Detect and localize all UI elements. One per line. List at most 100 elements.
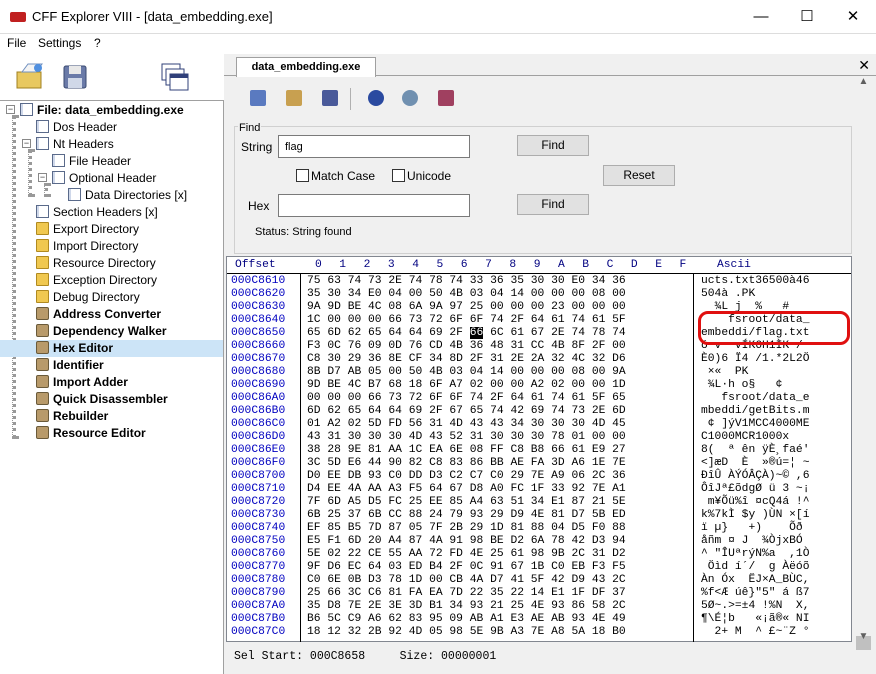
hex-byte[interactable]: 2E [592, 405, 606, 417]
hex-byte[interactable]: 18 [409, 379, 423, 391]
hex-byte[interactable]: 01 [307, 418, 321, 430]
tree-item-nt-headers[interactable]: Nt Headers [36, 136, 114, 153]
hex-byte[interactable]: A2 [327, 418, 341, 430]
hex-byte[interactable]: FF [490, 444, 504, 456]
hex-byte[interactable]: 2B [449, 522, 463, 534]
hex-byte[interactable]: 00 [571, 301, 585, 313]
hex-byte[interactable]: 6D [307, 405, 321, 417]
hex-byte[interactable]: F3 [307, 340, 321, 352]
hex-byte[interactable]: 7E [612, 457, 626, 469]
hex-byte[interactable]: D4 [307, 483, 321, 495]
hex-byte[interactable]: 00 [592, 379, 606, 391]
hex-byte[interactable]: 5D [327, 457, 341, 469]
hex-row[interactable]: 1C 00 00 00 66 73 72 6F 6F 74 2F 64 61 7… [307, 314, 626, 327]
hex-byte[interactable]: D5 [571, 522, 585, 534]
tree-item-address-converter[interactable]: Address Converter [36, 306, 161, 323]
hex-row[interactable]: 8B D7 AB 05 00 50 4B 03 04 14 00 00 00 0… [307, 366, 626, 379]
hex-byte[interactable]: 67 [449, 483, 463, 495]
hex-byte[interactable]: 4D [449, 418, 463, 430]
hex-byte[interactable]: 38 [307, 444, 321, 456]
hex-byte[interactable]: 69 [531, 405, 545, 417]
hex-byte[interactable]: BE [327, 379, 341, 391]
hex-byte[interactable]: F3 [592, 561, 606, 573]
hex-byte[interactable]: 9D [307, 379, 321, 391]
hex-byte[interactable]: 64 [510, 392, 524, 404]
hex-byte[interactable]: 52 [449, 431, 463, 443]
hex-byte[interactable]: 1D [409, 574, 423, 586]
hex-byte[interactable]: 3D [551, 457, 565, 469]
hex-byte[interactable]: CD [429, 340, 443, 352]
hex-byte[interactable]: 94 [612, 535, 626, 547]
hex-byte[interactable]: 92 [571, 483, 585, 495]
hex-byte[interactable]: C7 [470, 470, 484, 482]
hex-byte[interactable]: 61 [510, 327, 524, 339]
hex-byte[interactable]: 30 [571, 418, 585, 430]
hex-byte[interactable]: 97 [449, 301, 463, 313]
hex-byte[interactable]: 4A [429, 535, 443, 547]
hex-byte[interactable]: 25 [307, 587, 321, 599]
hex-byte[interactable]: 25 [327, 509, 341, 521]
hex-byte[interactable]: 6F [429, 392, 443, 404]
hex-byte[interactable]: 00 [490, 301, 504, 313]
hex-byte[interactable]: 34 [510, 418, 524, 430]
hex-byte[interactable]: 7D [449, 587, 463, 599]
hex-byte[interactable]: 00 [510, 301, 524, 313]
hex-byte[interactable]: 09 [449, 613, 463, 625]
hex-byte[interactable]: 31 [592, 548, 606, 560]
hex-byte[interactable]: A7 [449, 379, 463, 391]
hex-byte[interactable]: 61 [571, 444, 585, 456]
hex-byte[interactable]: 4C [571, 353, 585, 365]
hex-byte[interactable]: DD [409, 470, 423, 482]
hex-byte[interactable]: F1 [327, 535, 341, 547]
hex-byte[interactable]: 5C [327, 613, 341, 625]
ascii-row[interactable]: 8( ª ên ÿÈ¸faé' [701, 444, 809, 457]
hex-row[interactable]: 9A 9D BE 4C 08 6A 9A 97 25 00 00 00 23 0… [307, 301, 626, 314]
tree-item-identifier[interactable]: Identifier [36, 357, 104, 374]
tree-item-export-directory[interactable]: Export Directory [36, 221, 139, 238]
hex-byte[interactable]: 00 [531, 301, 545, 313]
hex-byte[interactable]: 66 [469, 327, 484, 339]
hex-byte[interactable]: 31 [470, 431, 484, 443]
hex-byte[interactable]: 5D [368, 418, 382, 430]
hex-byte[interactable]: 08 [571, 366, 585, 378]
hex-byte[interactable]: 6E [449, 444, 463, 456]
hex-byte[interactable]: A3 [510, 626, 524, 638]
hex-byte[interactable]: 62 [348, 327, 362, 339]
ascii-row[interactable]: È0)6 Ï4 /1.*2L2Ö [701, 353, 809, 366]
hex-byte[interactable]: AB [470, 613, 484, 625]
tree-item-dos-header[interactable]: Dos Header [36, 119, 117, 136]
hex-byte[interactable]: 00 [531, 366, 545, 378]
hex-byte[interactable]: 36 [368, 353, 382, 365]
hex-byte[interactable]: 30 [327, 353, 341, 365]
hex-byte[interactable]: 4E [470, 548, 484, 560]
hex-byte[interactable]: D8 [470, 483, 484, 495]
hex-byte[interactable]: 4D [409, 431, 423, 443]
hex-byte[interactable]: 00 [551, 288, 565, 300]
hex-byte[interactable]: 4B [429, 366, 443, 378]
hex-row[interactable]: EF 85 B5 7D 87 05 7F 2B 29 1D 81 88 04 D… [307, 522, 626, 535]
tree-item-hex-editor[interactable]: Hex Editor [0, 340, 223, 357]
hex-byte[interactable]: 7F [307, 496, 321, 508]
hex-byte[interactable]: 65 [368, 327, 382, 339]
hex-byte[interactable]: 04 [388, 288, 402, 300]
ascii-row[interactable]: fsroot/data_e [701, 392, 809, 405]
ascii-row[interactable]: ucts.txt36500à46 [701, 275, 809, 288]
hex-byte[interactable]: 1D [612, 379, 626, 391]
hex-byte[interactable]: A4 [388, 535, 402, 547]
copy-icon[interactable] [250, 90, 266, 106]
hex-byte[interactable]: 73 [409, 314, 423, 326]
hex-byte[interactable]: 5A [571, 626, 585, 638]
hex-byte[interactable]: 7E [348, 600, 362, 612]
hex-byte[interactable]: 30 [388, 431, 402, 443]
hex-byte[interactable]: 5E [470, 626, 484, 638]
hex-byte[interactable]: 36 [612, 470, 626, 482]
tree-item-debug-directory[interactable]: Debug Directory [36, 289, 140, 306]
hex-byte[interactable]: 00 [307, 392, 321, 404]
hex-byte[interactable]: 3E [388, 600, 402, 612]
hex-row[interactable]: 35 D8 7E 2E 3E 3D B1 34 93 21 25 4E 93 8… [307, 600, 626, 613]
hex-byte[interactable]: D3 [368, 574, 382, 586]
hex-byte[interactable]: 9B [551, 548, 565, 560]
menu-file[interactable]: File [7, 36, 26, 50]
hex-byte[interactable]: B5 [348, 522, 362, 534]
hex-byte[interactable]: 00 [429, 574, 443, 586]
